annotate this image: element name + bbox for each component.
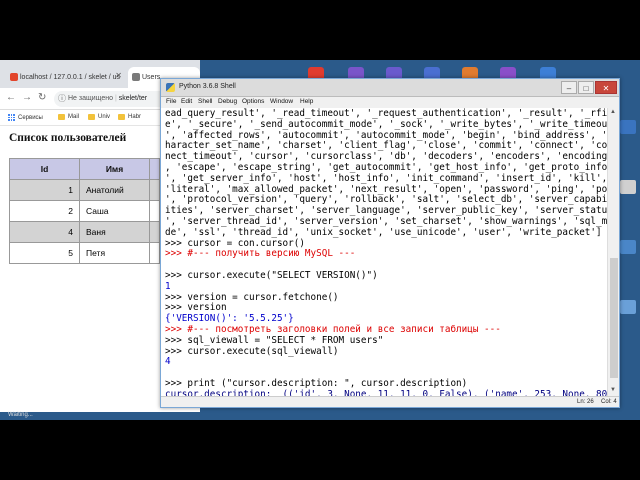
minimize-button[interactable]: – <box>561 81 577 94</box>
close-icon[interactable]: ✕ <box>115 71 122 80</box>
cell-name: Анатолий <box>79 179 150 201</box>
python-logo-icon <box>166 83 175 92</box>
tab-label: Users <box>142 74 161 81</box>
shell-line: >>> cursor.execute("SELECT VERSION()") <box>165 269 378 281</box>
browser-status-text: Waiting... <box>0 412 40 420</box>
security-label: Не защищено <box>68 95 113 102</box>
shell-output[interactable]: ead_query_result', '_read_timeout', '_re… <box>165 108 618 396</box>
shell-line: 1 <box>165 280 171 292</box>
table-row: 4 Ваня <box>9 221 160 243</box>
line-number: Ln: 26 <box>577 399 594 405</box>
shell-line: 4 <box>165 356 171 368</box>
menu-shell[interactable]: Shell <box>198 98 212 105</box>
folder-icon <box>58 114 65 120</box>
cell-name: Саша <box>79 200 150 222</box>
forward-arrow-icon[interactable]: → <box>22 92 32 103</box>
shell-status-bar: Ln: 26 Col: 4 <box>161 396 619 407</box>
column-header-name: Имя <box>79 158 150 180</box>
cell-name: Петя <box>79 242 150 264</box>
shell-text-area[interactable]: ead_query_result', '_read_timeout', '_re… <box>161 108 619 396</box>
menu-bar: File Edit Shell Debug Options Window Hel… <box>161 97 619 108</box>
phpmyadmin-favicon-icon <box>10 73 18 81</box>
desktop-shortcut-icon[interactable] <box>620 180 636 194</box>
back-arrow-icon[interactable]: ← <box>6 92 16 103</box>
shell-line: >>> #--- получить версию MySQL --- <box>165 248 356 260</box>
menu-edit[interactable]: Edit <box>181 98 192 105</box>
reload-icon[interactable]: ↻ <box>38 92 46 103</box>
desktop: localhost / 127.0.0.1 / skelet / us ✕ Us… <box>0 60 640 420</box>
desktop-shortcut-icon[interactable] <box>620 120 636 134</box>
cell-hidden <box>149 221 160 243</box>
shell-line: ', 'get_server_info', 'host', 'host_info… <box>165 172 608 184</box>
cell-id: 2 <box>9 200 80 222</box>
desktop-shortcut-icon[interactable] <box>620 240 636 254</box>
bookmark-label: Сервисы <box>18 114 43 121</box>
bookmark-habr[interactable]: Habr <box>118 114 141 120</box>
tab-phpmyadmin[interactable]: localhost / 127.0.0.1 / skelet / us ✕ <box>6 67 126 88</box>
menu-debug[interactable]: Debug <box>218 98 237 105</box>
table-row: 1 Анатолий <box>9 179 160 201</box>
vertical-scrollbar[interactable]: ▲ ▼ <box>607 108 619 396</box>
menu-file[interactable]: File <box>166 98 176 105</box>
bookmark-label: Mail <box>68 114 80 120</box>
shell-title-bar[interactable]: Python 3.6.8 Shell – □ ✕ <box>161 79 619 97</box>
menu-help[interactable]: Help <box>300 98 313 105</box>
column-header-hidden <box>149 158 160 180</box>
tab-label: localhost / 127.0.0.1 / skelet / us <box>20 74 121 81</box>
info-icon[interactable]: ⓘ <box>58 91 66 107</box>
shell-line: >>> sql_viewall = "SELECT * FROM users" <box>165 334 384 346</box>
scrollbar-thumb[interactable] <box>610 258 618 378</box>
scroll-down-icon[interactable]: ▼ <box>610 387 616 393</box>
shell-line: de', 'ssl', 'thread_id', 'unix_socket', … <box>165 226 602 238</box>
bookmark-label: Univ <box>98 114 111 120</box>
bookmark-services[interactable]: Сервисы <box>8 114 43 121</box>
page-favicon-icon <box>132 73 140 81</box>
letterbox-bottom <box>0 420 640 480</box>
column-header-id: Id <box>9 158 80 180</box>
page-title: Список пользователей <box>9 132 127 144</box>
folder-icon <box>118 114 125 120</box>
bookmark-univ[interactable]: Univ <box>88 114 110 120</box>
shell-line: e', '_secure', '_send_autocommit_mode', … <box>165 118 613 130</box>
window-title: Python 3.6.8 Shell <box>179 83 236 90</box>
table-header-row: Id Имя <box>9 158 160 180</box>
cell-hidden <box>149 179 160 201</box>
cell-hidden <box>149 242 160 264</box>
letterbox-top <box>0 0 640 60</box>
url-text: skelet/ter <box>118 95 148 102</box>
table-row: 5 Петя <box>9 242 160 264</box>
cell-name: Ваня <box>79 221 150 243</box>
table-row: 2 Саша <box>9 200 160 222</box>
menu-options[interactable]: Options <box>242 98 264 105</box>
cell-id: 4 <box>9 221 80 243</box>
shell-line: >>> version = cursor.fetchone() <box>165 291 339 303</box>
column-number: Col: 4 <box>601 399 617 405</box>
cell-hidden <box>149 200 160 222</box>
close-button[interactable]: ✕ <box>595 81 617 94</box>
maximize-button[interactable]: □ <box>578 81 594 94</box>
cell-id: 5 <box>9 242 80 264</box>
users-table: Id Имя 1 Анатолий 2 Саша 4 Ваня 5 Петя <box>9 158 160 264</box>
folder-icon <box>88 114 95 120</box>
scroll-up-icon[interactable]: ▲ <box>610 109 616 115</box>
shell-line: >>> cursor.execute(sql_viewall) <box>165 345 339 357</box>
menu-window[interactable]: Window <box>270 98 293 105</box>
desktop-shortcut-icon[interactable] <box>620 300 636 314</box>
python-shell-window: Python 3.6.8 Shell – □ ✕ File Edit Shell… <box>160 78 620 408</box>
apps-grid-icon <box>8 114 15 121</box>
bookmark-mail[interactable]: Mail <box>58 114 79 120</box>
cell-id: 1 <box>9 179 80 201</box>
bookmark-label: Habr <box>128 114 142 120</box>
